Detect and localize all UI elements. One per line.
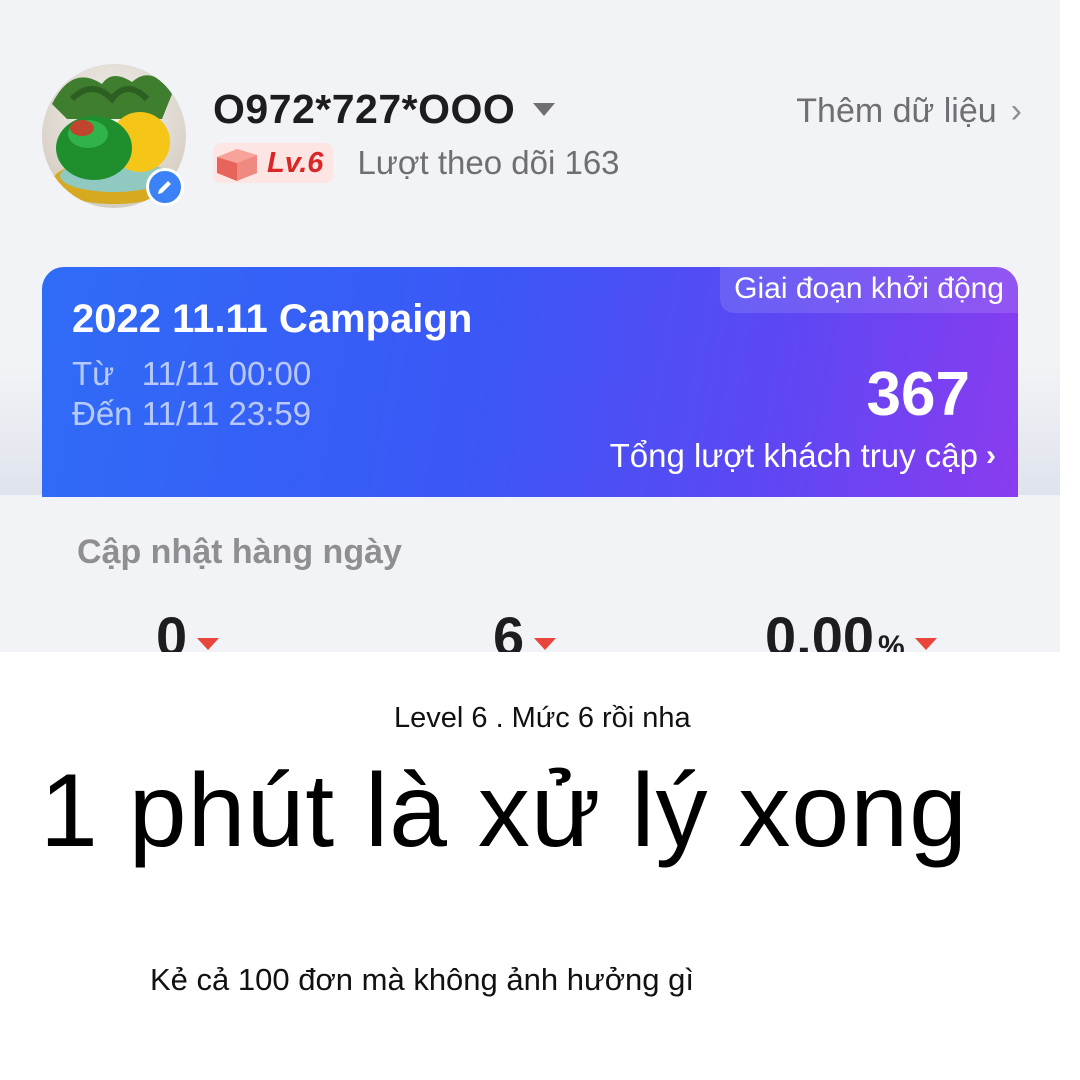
daily-stat[interactable]: 6 <box>493 604 557 652</box>
daily-stat[interactable]: 0.00 % <box>765 604 937 652</box>
chevron-right-icon: › <box>986 439 996 472</box>
stat-value: 0.00 <box>765 605 874 652</box>
stat-value: 0 <box>156 605 188 652</box>
campaign-card[interactable]: Giai đoạn khởi động 2022 11.11 Campaign … <box>42 267 1018 497</box>
trend-down-icon <box>914 638 937 650</box>
account-name-row[interactable]: O972*727*OOO <box>213 86 556 133</box>
daily-stat[interactable]: 0 <box>156 604 220 652</box>
right-margin <box>1060 0 1080 652</box>
level-row: Lv.6 Lượt theo dõi 163 <box>213 143 620 183</box>
headline-caption: 1 phút là xử lý xong <box>40 753 968 869</box>
level-label: Lv.6 <box>267 146 324 179</box>
daily-update-title: Cập nhật hàng ngày <box>77 533 402 571</box>
chevron-right-icon: › <box>1010 92 1022 130</box>
level-caption: Level 6 . Mức 6 rồi nha <box>394 702 691 734</box>
footnote-caption: Kẻ cả 100 đơn mà không ảnh hưởng gì <box>150 962 694 997</box>
followers-count: Lượt theo dõi 163 <box>357 144 620 181</box>
campaign-stage-badge: Giai đoạn khởi động <box>720 267 1018 313</box>
total-visits-link[interactable]: Tổng lượt khách truy cập › <box>610 437 996 475</box>
edit-avatar-button[interactable] <box>146 168 184 206</box>
campaign-start: Từ 11/11 00:00 <box>72 355 312 392</box>
chevron-down-icon[interactable] <box>533 103 556 116</box>
level-box-icon <box>217 149 257 181</box>
campaign-end: Đến 11/11 23:59 <box>72 395 312 432</box>
pencil-icon <box>158 181 171 194</box>
total-visits-value: 367 <box>866 360 970 429</box>
campaign-title: 2022 11.11 Campaign <box>72 297 473 341</box>
trend-down-icon <box>197 638 220 650</box>
trend-down-icon <box>534 638 557 650</box>
stat-value: 6 <box>493 605 525 652</box>
level-badge: Lv.6 <box>213 143 334 183</box>
total-visits-label: Tổng lượt khách truy cập <box>609 437 978 474</box>
add-data-link[interactable]: Thêm dữ liệu › <box>796 92 1022 131</box>
add-data-label: Thêm dữ liệu <box>796 92 997 130</box>
app-screenshot: O972*727*OOO Thêm dữ liệu › Lv.6 Lượt th… <box>0 0 1060 652</box>
account-phone: O972*727*OOO <box>213 86 516 132</box>
stat-unit: % <box>878 630 905 652</box>
